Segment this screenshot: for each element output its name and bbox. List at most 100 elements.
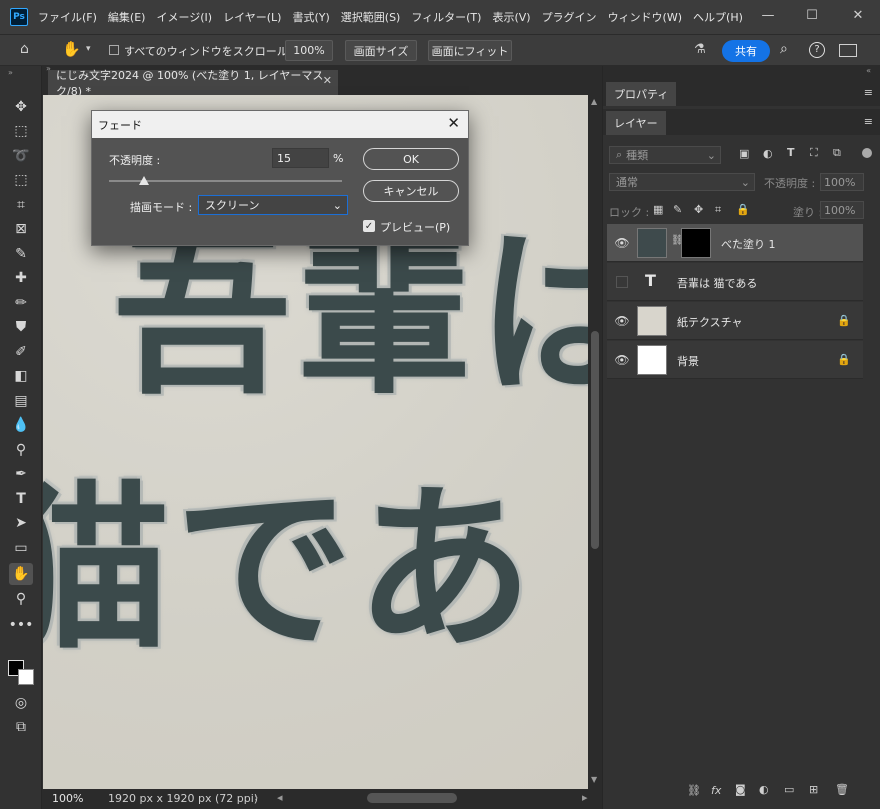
lock-artboard-icon[interactable]: ⌗	[715, 203, 721, 217]
layer-row[interactable]: 👁 背景 🔒	[607, 341, 863, 379]
scroll-right-icon[interactable]: ▸	[582, 791, 588, 804]
eye-icon[interactable]: 👁	[613, 351, 631, 369]
move-tool-icon[interactable]: ✥	[9, 96, 33, 118]
lasso-tool-icon[interactable]: ➰	[9, 145, 33, 167]
group-icon[interactable]: ▭	[784, 783, 794, 796]
background-color-swatch[interactable]	[18, 669, 34, 685]
object-select-tool-icon[interactable]: ⬚	[9, 169, 33, 191]
screen-mode-icon[interactable]: ⧉	[9, 716, 33, 738]
hand-tool-icon[interactable]: ✋	[9, 563, 33, 585]
lock-all-icon[interactable]: 🔒	[736, 203, 750, 216]
close-icon[interactable]: ✕	[323, 74, 332, 87]
type-tool-icon[interactable]: T	[9, 488, 33, 510]
filter-shape-icon[interactable]: ⛶	[810, 146, 818, 160]
layer-filter-kind[interactable]: ⌕ 種類 ⌄	[609, 146, 721, 164]
horizontal-scroll-thumb[interactable]	[367, 793, 457, 803]
canvas-vertical-scrollbar[interactable]: ▲ ▼	[588, 95, 602, 789]
chevron-right-icon[interactable]: ›	[254, 791, 258, 804]
visibility-toggle-off[interactable]	[616, 275, 628, 288]
minimize-icon[interactable]: —	[756, 6, 780, 26]
quick-mask-icon[interactable]: ◎	[9, 692, 33, 714]
hand-tool-icon[interactable]: ✋	[62, 40, 81, 58]
menu-type[interactable]: 書式(Y)	[292, 9, 329, 25]
trash-icon[interactable]: 🗑	[835, 783, 849, 796]
crop-tool-icon[interactable]: ⌗	[9, 194, 33, 216]
menu-help[interactable]: ヘルプ(H)	[693, 9, 743, 25]
dodge-tool-icon[interactable]: ⚲	[9, 439, 33, 461]
add-mask-icon[interactable]: ◙	[735, 783, 746, 796]
cancel-button[interactable]: キャンセル	[363, 180, 459, 202]
healing-brush-tool-icon[interactable]: ✚	[9, 267, 33, 289]
eraser-tool-icon[interactable]: ◧	[9, 365, 33, 387]
tab-properties[interactable]: プロパティ	[606, 82, 677, 106]
menu-image[interactable]: イメージ(I)	[156, 9, 212, 25]
adjustment-layer-icon[interactable]: ◐	[759, 783, 769, 796]
menu-select[interactable]: 選択範囲(S)	[341, 9, 401, 25]
blur-tool-icon[interactable]: 💧	[9, 414, 33, 436]
menu-filter[interactable]: フィルター(T)	[411, 9, 481, 25]
more-tools-icon[interactable]: •••	[9, 614, 34, 636]
clone-stamp-tool-icon[interactable]: ⛊	[9, 316, 33, 338]
search-icon[interactable]: ⌕	[780, 41, 788, 57]
menu-layer[interactable]: レイヤー(L)	[223, 9, 281, 25]
close-icon[interactable]: ✕	[447, 114, 460, 132]
rectangle-tool-icon[interactable]: ▭	[9, 537, 33, 559]
panel-menu-icon[interactable]: ≡	[864, 115, 873, 128]
layer-mask-thumbnail[interactable]	[681, 227, 711, 258]
lock-transparent-icon[interactable]: ▦	[653, 203, 663, 216]
blend-mode-select[interactable]: 通常 ⌄	[609, 173, 755, 191]
menu-plugins[interactable]: プラグイン	[542, 9, 597, 25]
history-brush-tool-icon[interactable]: ✐	[9, 341, 33, 363]
brush-tool-icon[interactable]: ✏	[9, 292, 33, 314]
link-layers-icon[interactable]: ⛓	[687, 784, 701, 797]
fill-screen-button[interactable]: 画面にフィット	[428, 40, 512, 61]
frame-tool-icon[interactable]: ⊠	[9, 218, 33, 240]
marquee-tool-icon[interactable]: ⬚	[9, 120, 33, 142]
menu-file[interactable]: ファイル(F)	[38, 9, 97, 25]
filter-toggle-icon[interactable]	[862, 148, 872, 158]
fit-screen-button[interactable]: 画面サイズ	[345, 40, 417, 61]
status-zoom[interactable]: 100%	[52, 792, 83, 805]
workspace-icon[interactable]	[839, 44, 857, 57]
fx-icon[interactable]: fx	[711, 784, 721, 797]
eye-icon[interactable]: 👁	[613, 234, 631, 252]
layer-row[interactable]: 👁 紙テクスチャ 🔒	[607, 302, 863, 340]
panel-menu-icon[interactable]: ≡	[864, 86, 873, 99]
scroll-all-checkbox[interactable]	[109, 45, 119, 55]
filter-adjustment-icon[interactable]: ◐	[763, 147, 773, 160]
filter-type-icon[interactable]: T	[787, 146, 795, 159]
path-select-tool-icon[interactable]: ➤	[9, 512, 33, 534]
opacity-input[interactable]: 15	[272, 148, 329, 168]
collapse-icon[interactable]: »	[8, 68, 13, 77]
opacity-slider-handle[interactable]	[138, 176, 149, 185]
flask-icon[interactable]: ⚗	[694, 42, 706, 57]
home-icon[interactable]: ⌂	[20, 41, 29, 57]
share-button[interactable]: 共有	[722, 40, 770, 62]
gradient-tool-icon[interactable]: ▤	[9, 390, 33, 412]
help-icon[interactable]: ?	[809, 42, 825, 58]
eyedropper-tool-icon[interactable]: ✎	[9, 243, 33, 265]
close-icon[interactable]: ✕	[846, 6, 870, 26]
zoom-tool-icon[interactable]: ⚲	[9, 588, 33, 610]
preview-checkbox[interactable]: ✓	[363, 220, 375, 232]
tab-layers[interactable]: レイヤー	[606, 111, 666, 135]
scroll-up-icon[interactable]: ▲	[591, 97, 597, 106]
fill-field[interactable]: 100%	[820, 201, 864, 219]
layer-row[interactable]: T 吾輩は 猫である	[607, 263, 863, 301]
scroll-left-icon[interactable]: ◂	[277, 791, 283, 804]
lock-position-icon[interactable]: ✥	[694, 203, 703, 216]
scroll-down-icon[interactable]: ▼	[591, 775, 597, 784]
pen-tool-icon[interactable]: ✒	[9, 463, 33, 485]
menu-window[interactable]: ウィンドウ(W)	[608, 9, 682, 25]
layer-row[interactable]: 👁 ⛓ べた塗り 1	[607, 224, 863, 262]
opacity-field[interactable]: 100%	[820, 173, 864, 191]
mode-select[interactable]: スクリーン ⌄	[198, 195, 348, 215]
menu-view[interactable]: 表示(V)	[492, 9, 530, 25]
vertical-scroll-thumb[interactable]	[591, 331, 599, 549]
maximize-icon[interactable]: ☐	[800, 6, 824, 26]
menu-edit[interactable]: 編集(E)	[108, 9, 146, 25]
filter-smart-object-icon[interactable]: ⧉	[833, 146, 841, 160]
ok-button[interactable]: OK	[363, 148, 459, 170]
eye-icon[interactable]: 👁	[613, 312, 631, 330]
zoom-100-button[interactable]: 100%	[285, 40, 333, 61]
